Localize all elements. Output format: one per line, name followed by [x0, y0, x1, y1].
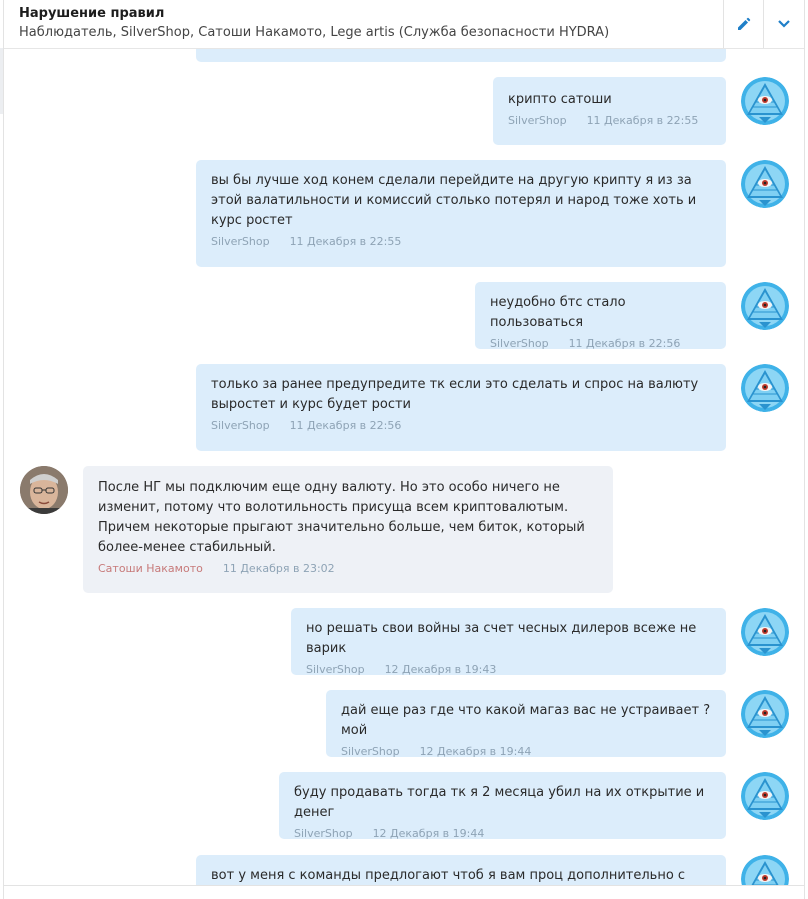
message-text: неудобно бтс стало пользоваться: [490, 295, 626, 330]
message-author[interactable]: SilverShop: [508, 114, 567, 127]
message-text: крипто сатоши: [508, 92, 612, 107]
pyramid-eye-avatar[interactable]: [741, 690, 789, 738]
pyramid-eye-avatar[interactable]: [741, 608, 789, 656]
message-bubble: буду продавать тогда тк я 2 месяца убил …: [279, 772, 726, 840]
chevron-down-icon: [777, 20, 790, 28]
expand-button[interactable]: [763, 0, 803, 48]
message-list[interactable]: крипто сатоши SilverShop 11 Декабря в 22:…: [4, 0, 804, 885]
message-time: 11 Декабря в 23:02: [222, 562, 335, 575]
message-bubble: неудобно бтс стало пользоваться SilverSh…: [475, 282, 726, 350]
message-text: буду продавать тогда тк я 2 месяца убил …: [294, 785, 705, 820]
pyramid-eye-avatar[interactable]: [741, 77, 789, 125]
message-text: дай еще раз где что какой магаз вас не у…: [341, 703, 711, 738]
message-text: но решать свои войны за счет чесных диле…: [306, 621, 697, 656]
message-time: 11 Декабря в 22:55: [586, 114, 699, 127]
message-time: 12 Декабря в 19:44: [419, 745, 532, 758]
message-text: После НГ мы подключим еще одну валюту. Н…: [98, 480, 585, 555]
message-time: 11 Декабря в 22:56: [568, 337, 681, 350]
message-bubble: вот у меня с команды предлогают чтоб я в…: [196, 855, 726, 885]
message-time: 12 Декабря в 19:43: [384, 663, 497, 676]
message-bubble: крипто сатоши SilverShop 11 Декабря в 22:…: [493, 77, 726, 145]
message-author[interactable]: SilverShop: [490, 337, 549, 350]
pencil-icon: [737, 17, 750, 30]
message-time: 11 Декабря в 22:55: [289, 235, 402, 248]
edit-button[interactable]: [723, 0, 763, 48]
pyramid-eye-avatar[interactable]: [741, 160, 789, 208]
message-text: вы бы лучше ход конем сделали перейдите …: [211, 173, 697, 228]
pyramid-eye-avatar[interactable]: [741, 855, 789, 885]
message-author[interactable]: SilverShop: [306, 663, 365, 676]
message-bubble: только за ранее предупредите тк если это…: [196, 364, 726, 451]
person-photo-avatar[interactable]: [20, 466, 68, 514]
pyramid-eye-avatar[interactable]: [741, 282, 789, 330]
conversation-title: Нарушение правил: [19, 6, 165, 21]
message-author[interactable]: SilverShop: [211, 419, 270, 432]
message-author[interactable]: SilverShop: [211, 235, 270, 248]
message-author[interactable]: Сатоши Накамото: [98, 562, 203, 575]
message-bubble: вы бы лучше ход конем сделали перейдите …: [196, 160, 726, 267]
message-author[interactable]: SilverShop: [294, 827, 353, 840]
message-text: вот у меня с команды предлогают чтоб я в…: [211, 868, 686, 883]
conversation-panel: крипто сатоши SilverShop 11 Декабря в 22:…: [3, 0, 805, 899]
conversation-header: Нарушение правил Наблюдатель, SilverShop…: [4, 0, 804, 49]
pyramid-eye-avatar[interactable]: [741, 364, 789, 412]
message-bubble: но решать свои войны за счет чесных диле…: [291, 608, 726, 676]
message-time: 11 Декабря в 22:56: [289, 419, 402, 432]
message-time: 12 Декабря в 19:44: [372, 827, 485, 840]
message-bubble-incoming: После НГ мы подключим еще одну валюту. Н…: [83, 466, 613, 593]
message-text: только за ранее предупредите тк если это…: [211, 377, 699, 412]
message-author[interactable]: SilverShop: [341, 745, 400, 758]
message-composer[interactable]: [4, 885, 804, 899]
conversation-participants[interactable]: Наблюдатель, SilverShop, Сатоши Накамото…: [19, 25, 609, 40]
pyramid-eye-avatar[interactable]: [741, 772, 789, 820]
message-bubble: дай еще раз где что какой магаз вас не у…: [326, 690, 726, 758]
